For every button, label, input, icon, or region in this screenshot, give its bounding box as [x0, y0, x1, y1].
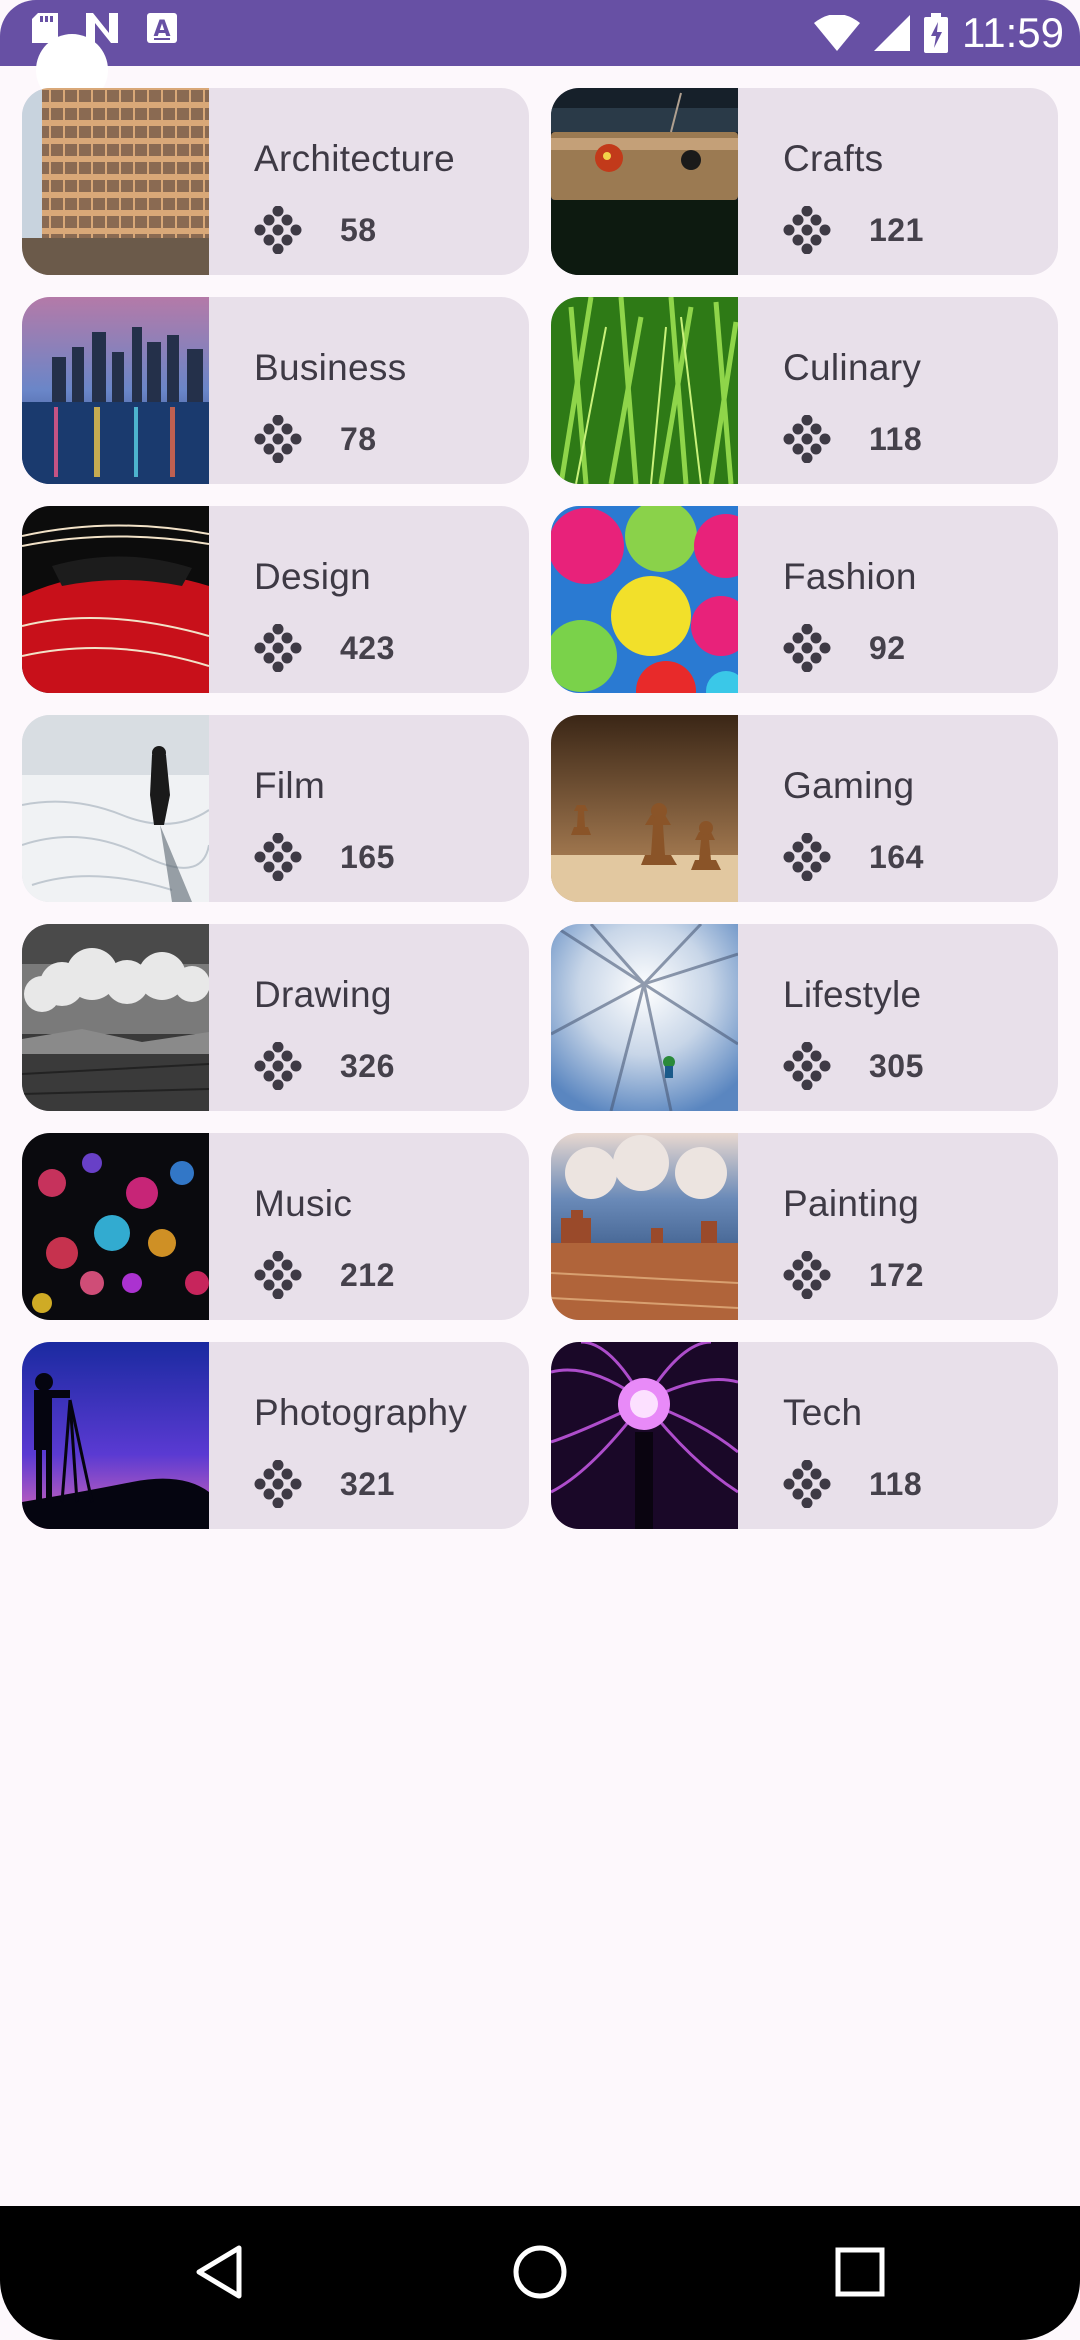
- category-card-film[interactable]: Film 165: [22, 715, 529, 902]
- category-label: Gaming: [783, 765, 915, 806]
- category-card-business[interactable]: Business 78: [22, 297, 529, 484]
- category-label: Music: [254, 1183, 353, 1224]
- category-thumbnail: [551, 88, 738, 275]
- category-thumbnail: [22, 1342, 209, 1529]
- category-thumbnail: [551, 1342, 738, 1529]
- category-count: 423: [340, 629, 395, 666]
- category-label: Photography: [254, 1392, 468, 1433]
- category-card-photography[interactable]: Photography 321: [22, 1342, 529, 1529]
- category-count: 172: [869, 1256, 924, 1293]
- dotted-grid-icon: [254, 1251, 302, 1299]
- dotted-grid-icon: [254, 1042, 302, 1090]
- category-count: 305: [869, 1047, 924, 1084]
- category-count: 58: [340, 211, 377, 248]
- category-label: Crafts: [783, 138, 884, 179]
- category-thumbnail: [551, 715, 738, 902]
- home-circle-icon[interactable]: [508, 2240, 572, 2304]
- category-label: Architecture: [254, 138, 456, 179]
- category-label: Painting: [783, 1183, 920, 1224]
- category-card-painting[interactable]: Painting 172: [551, 1133, 1058, 1320]
- dotted-grid-icon: [254, 415, 302, 463]
- dotted-grid-icon: [783, 206, 831, 254]
- category-card-design[interactable]: Design 423: [22, 506, 529, 693]
- navigation-bar: [0, 2206, 1080, 2340]
- dotted-grid-icon: [254, 1460, 302, 1508]
- dotted-grid-icon: [783, 415, 831, 463]
- dotted-grid-icon: [783, 1251, 831, 1299]
- category-count: 165: [340, 838, 395, 875]
- category-count: 118: [869, 1465, 923, 1502]
- dotted-grid-icon: [254, 206, 302, 254]
- category-thumbnail: [22, 297, 209, 484]
- category-card-culinary[interactable]: Culinary 118: [551, 297, 1058, 484]
- category-count: 118: [869, 420, 923, 457]
- category-label: Film: [254, 765, 326, 806]
- keyboard-a-icon: A: [147, 13, 177, 43]
- category-count: 326: [340, 1047, 395, 1084]
- status-bar: A 11:59: [0, 0, 1080, 66]
- category-card-gaming[interactable]: Gaming 164: [551, 715, 1058, 902]
- category-count: 121: [869, 211, 924, 248]
- category-count: 164: [869, 838, 924, 875]
- cell-signal-icon: [874, 15, 910, 51]
- battery-icon: [924, 13, 948, 53]
- category-label: Drawing: [254, 974, 392, 1015]
- category-card-music[interactable]: Music 212: [22, 1133, 529, 1320]
- category-label: Design: [254, 556, 371, 597]
- category-count: 212: [340, 1256, 395, 1293]
- category-count: 92: [869, 629, 906, 666]
- category-thumbnail: [22, 506, 209, 693]
- category-thumbnail: [551, 506, 738, 693]
- category-thumbnail: [551, 1133, 738, 1320]
- category-label: Culinary: [783, 347, 922, 388]
- category-thumbnail: [22, 715, 209, 902]
- category-count: 78: [340, 420, 377, 457]
- category-card-crafts[interactable]: Crafts 121: [551, 88, 1058, 275]
- category-label: Lifestyle: [783, 974, 922, 1015]
- category-card-lifestyle[interactable]: Lifestyle 305: [551, 924, 1058, 1111]
- clock: 11:59: [962, 9, 1064, 56]
- category-label: Business: [254, 347, 407, 388]
- dotted-grid-icon: [783, 1460, 831, 1508]
- dotted-grid-icon: [783, 833, 831, 881]
- back-triangle-icon[interactable]: [189, 2240, 253, 2304]
- dotted-grid-icon: [254, 833, 302, 881]
- category-grid: Architecture 58 Crafts 121 Business 78 C…: [22, 88, 1058, 1529]
- category-card-drawing[interactable]: Drawing 326: [22, 924, 529, 1111]
- category-thumbnail: [22, 924, 209, 1111]
- recents-square-icon[interactable]: [828, 2240, 892, 2304]
- dotted-grid-icon: [783, 624, 831, 672]
- category-label: Tech: [783, 1392, 863, 1433]
- category-card-fashion[interactable]: Fashion 92: [551, 506, 1058, 693]
- dotted-grid-icon: [254, 624, 302, 672]
- category-card-architecture[interactable]: Architecture 58: [22, 88, 529, 275]
- category-thumbnail: [22, 88, 209, 275]
- wifi-icon: [814, 15, 860, 51]
- category-count: 321: [340, 1465, 395, 1502]
- category-thumbnail: [22, 1133, 209, 1320]
- category-thumbnail: [551, 924, 738, 1111]
- category-card-tech[interactable]: Tech 118: [551, 1342, 1058, 1529]
- category-thumbnail: [551, 297, 738, 484]
- category-label: Fashion: [783, 556, 917, 597]
- dotted-grid-icon: [783, 1042, 831, 1090]
